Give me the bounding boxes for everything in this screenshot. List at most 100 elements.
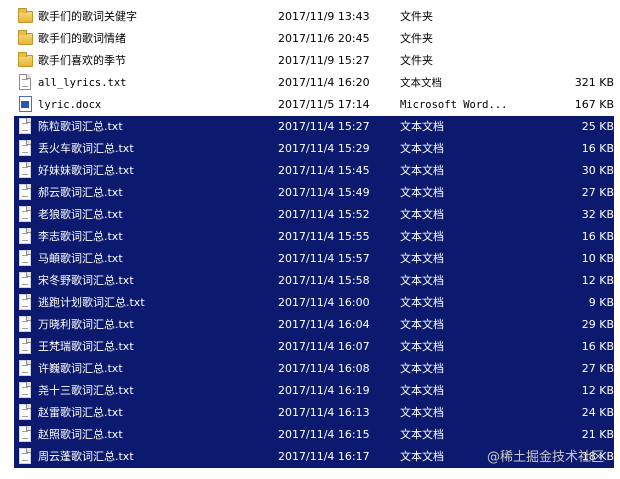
file-row[interactable]: 陈粒歌词汇总.txt 2017/11/4 15:27 文本文档 25 KB <box>14 116 614 138</box>
folder-icon <box>18 30 34 48</box>
file-size: 16 KB <box>581 340 614 353</box>
file-row[interactable]: 尧十三歌词汇总.txt 2017/11/4 16:19 文本文档 12 KB <box>14 380 614 402</box>
text-file-icon <box>18 250 34 268</box>
file-modified-date: 2017/11/4 16:04 <box>278 318 370 331</box>
file-name: 尧十三歌词汇总.txt <box>38 384 134 397</box>
file-name: 许巍歌词汇总.txt <box>38 362 123 375</box>
file-row[interactable]: 赵雷歌词汇总.txt 2017/11/4 16:13 文本文档 24 KB <box>14 402 614 424</box>
file-list: 歌手们的歌词关健字 2017/11/9 13:43 文件夹 歌手们的歌词情绪 2017/… <box>14 6 614 468</box>
file-name: lyric.docx <box>38 99 102 111</box>
file-row[interactable]: 好妹妹歌词汇总.txt 2017/11/4 15:45 文本文档 30 KB <box>14 160 614 182</box>
file-modified-date: 2017/11/4 16:00 <box>278 296 370 309</box>
file-row[interactable]: 宋冬野歌词汇总.txt 2017/11/4 15:58 文本文档 12 KB <box>14 270 614 292</box>
file-type: 文本文档 <box>400 77 442 89</box>
file-row[interactable]: 万晓利歌词汇总.txt 2017/11/4 16:04 文本文档 29 KB <box>14 314 614 336</box>
file-type: 文本文档 <box>400 186 444 199</box>
file-modified-date: 2017/11/4 15:29 <box>278 142 370 155</box>
file-explorer: 歌手们的歌词关健字 2017/11/9 13:43 文件夹 歌手们的歌词情绪 2017/… <box>0 0 620 479</box>
file-modified-date: 2017/11/4 15:49 <box>278 186 370 199</box>
file-type: 文件夹 <box>400 54 433 67</box>
file-type: 文本文档 <box>400 340 444 353</box>
file-type: 文本文档 <box>400 428 444 441</box>
file-type: 文本文档 <box>400 252 444 265</box>
file-modified-date: 2017/11/4 16:07 <box>278 340 370 353</box>
file-row[interactable]: 马頔歌词汇总.txt 2017/11/4 15:57 文本文档 10 KB <box>14 248 614 270</box>
folder-icon <box>18 52 34 70</box>
file-type: 文本文档 <box>400 142 444 155</box>
watermark: @稀土掘金技术社区 <box>487 450 605 465</box>
file-type: 文本文档 <box>400 406 444 419</box>
text-file-icon <box>18 338 34 356</box>
file-row[interactable]: 歌手们的歌词关健字 2017/11/9 13:43 文件夹 <box>14 6 614 28</box>
text-file-icon <box>18 162 34 180</box>
file-name: 歌手们喜欢的季节 <box>38 54 126 67</box>
file-modified-date: 2017/11/4 16:19 <box>278 384 370 397</box>
text-file-icon <box>18 382 34 400</box>
file-size: 16 KB <box>581 142 614 155</box>
file-type: 文本文档 <box>400 208 444 221</box>
text-file-icon <box>18 184 34 202</box>
file-type: 文本文档 <box>400 230 444 243</box>
file-name: 陈粒歌词汇总.txt <box>38 120 123 133</box>
file-name: 歌手们的歌词关健字 <box>38 10 137 23</box>
file-size: 25 KB <box>581 120 614 133</box>
text-file-icon <box>18 206 34 224</box>
file-name: 周云蓬歌词汇总.txt <box>38 450 134 463</box>
file-type: 文件夹 <box>400 10 433 23</box>
text-file-icon <box>18 74 34 92</box>
file-row[interactable]: lyric.docx 2017/11/5 17:14 Microsoft Word.… <box>14 94 614 116</box>
file-size: 21 KB <box>581 428 614 441</box>
file-row[interactable]: 逃跑计划歌词汇总.txt 2017/11/4 16:00 文本文档 9 KB <box>14 292 614 314</box>
file-modified-date: 2017/11/4 15:27 <box>278 120 370 133</box>
file-modified-date: 2017/11/4 16:20 <box>278 76 370 89</box>
text-file-icon <box>18 360 34 378</box>
file-row[interactable]: 许巍歌词汇总.txt 2017/11/4 16:08 文本文档 27 KB <box>14 358 614 380</box>
file-type: 文本文档 <box>400 274 444 287</box>
file-size: 167 KB <box>574 98 614 111</box>
file-size: 12 KB <box>581 384 614 397</box>
file-row[interactable]: 歌手们喜欢的季节 2017/11/9 15:27 文件夹 <box>14 50 614 72</box>
text-file-icon <box>18 426 34 444</box>
file-row[interactable]: 赵照歌词汇总.txt 2017/11/4 16:15 文本文档 21 KB <box>14 424 614 446</box>
file-name: all_lyrics.txt <box>38 77 127 89</box>
file-size: 27 KB <box>581 186 614 199</box>
text-file-icon <box>18 272 34 290</box>
file-row[interactable]: 丢火车歌词汇总.txt 2017/11/4 15:29 文本文档 16 KB <box>14 138 614 160</box>
file-modified-date: 2017/11/4 15:52 <box>278 208 370 221</box>
file-name: 马頔歌词汇总.txt <box>38 252 123 265</box>
file-row[interactable]: 王梵瑞歌词汇总.txt 2017/11/4 16:07 文本文档 16 KB <box>14 336 614 358</box>
file-name: 丢火车歌词汇总.txt <box>38 142 134 155</box>
file-modified-date: 2017/11/4 15:55 <box>278 230 370 243</box>
file-size: 9 KB <box>588 296 614 309</box>
text-file-icon <box>18 294 34 312</box>
file-type: 文本文档 <box>400 384 444 397</box>
file-modified-date: 2017/11/4 16:08 <box>278 362 370 375</box>
file-name: 万晓利歌词汇总.txt <box>38 318 134 331</box>
file-row[interactable]: all_lyrics.txt 2017/11/4 16:20 文本文档 321 KB <box>14 72 614 94</box>
file-size: 321 KB <box>574 76 614 89</box>
file-name: 好妹妹歌词汇总.txt <box>38 164 134 177</box>
file-row[interactable]: 老狼歌词汇总.txt 2017/11/4 15:52 文本文档 32 KB <box>14 204 614 226</box>
file-size: 12 KB <box>581 274 614 287</box>
text-file-icon <box>18 316 34 334</box>
file-size: 16 KB <box>581 230 614 243</box>
file-name: 歌手们的歌词情绪 <box>38 32 126 45</box>
file-row[interactable]: 李志歌词汇总.txt 2017/11/4 15:55 文本文档 16 KB <box>14 226 614 248</box>
file-type: 文本文档 <box>400 164 444 177</box>
file-name: 赵雷歌词汇总.txt <box>38 406 123 419</box>
word-file-icon <box>18 96 34 114</box>
file-modified-date: 2017/11/4 16:15 <box>278 428 370 441</box>
file-type: 文本文档 <box>400 362 444 375</box>
file-size: 24 KB <box>581 406 614 419</box>
file-name: 郝云歌词汇总.txt <box>38 186 123 199</box>
file-type: 文本文档 <box>400 318 444 331</box>
file-name: 王梵瑞歌词汇总.txt <box>38 340 134 353</box>
file-size: 10 KB <box>581 252 614 265</box>
file-modified-date: 2017/11/9 15:27 <box>278 54 370 67</box>
file-modified-date: 2017/11/4 15:58 <box>278 274 370 287</box>
file-modified-date: 2017/11/4 16:17 <box>278 450 370 463</box>
file-row[interactable]: 郝云歌词汇总.txt 2017/11/4 15:49 文本文档 27 KB <box>14 182 614 204</box>
file-row[interactable]: 歌手们的歌词情绪 2017/11/6 20:45 文件夹 <box>14 28 614 50</box>
file-size: 27 KB <box>581 362 614 375</box>
file-type: 文本文档 <box>400 296 444 309</box>
